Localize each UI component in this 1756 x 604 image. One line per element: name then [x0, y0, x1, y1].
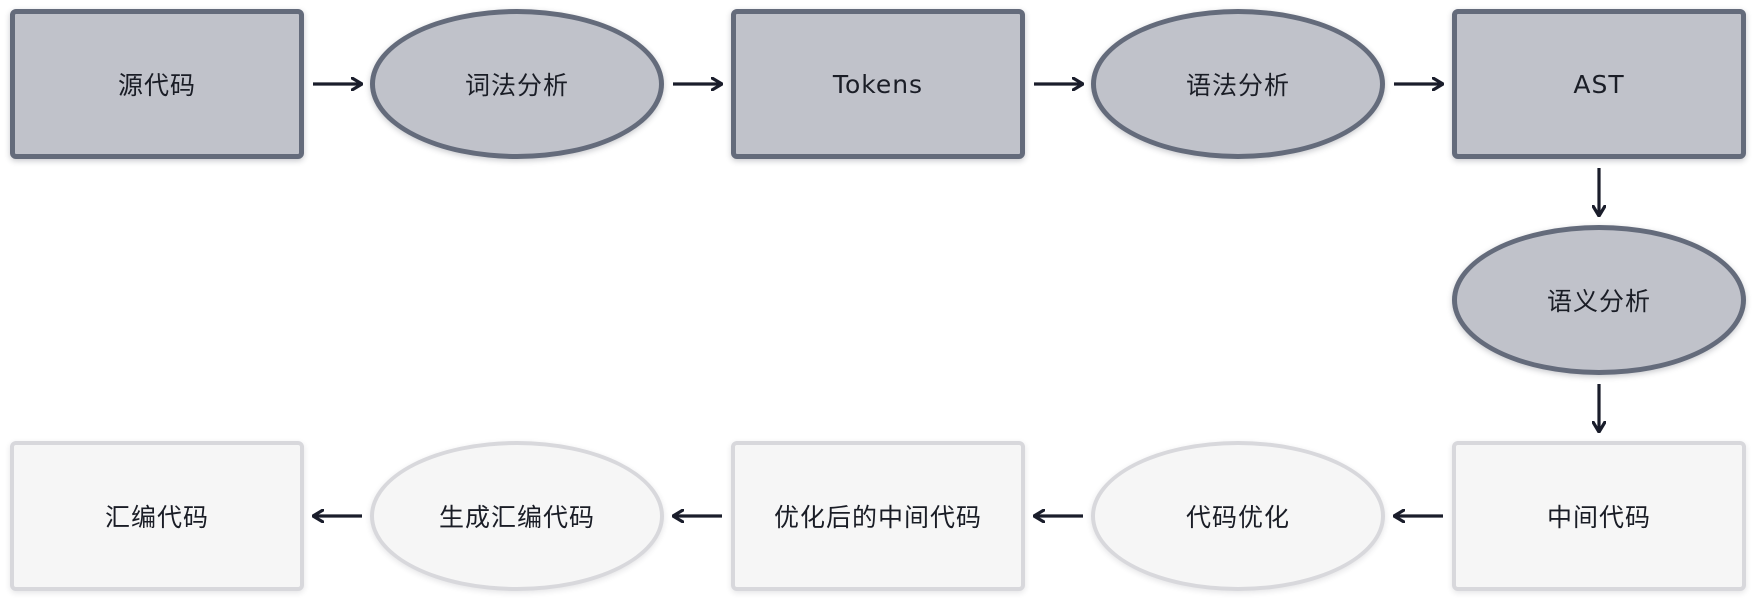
compiler-pipeline-diagram: 源代码 词法分析 Tokens 语法分析 AST 语义分析 中间代码 代码优化 …: [0, 0, 1756, 604]
edge-layer: [0, 0, 1756, 604]
